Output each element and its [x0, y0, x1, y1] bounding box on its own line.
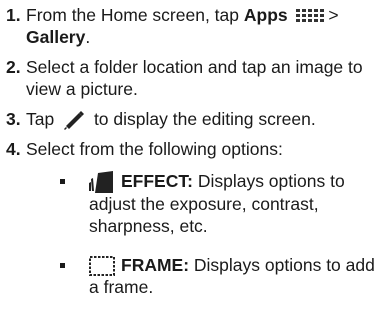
option-label: EFFECT:: [121, 171, 193, 191]
gallery-label: Gallery: [26, 27, 86, 47]
apps-grid-icon: [295, 9, 324, 23]
option-text: FRAME: Displays options to add a frame.: [89, 254, 383, 298]
option-text: EFFECT: Displays options to adjust the e…: [89, 170, 383, 237]
step-text: Tap to display the editing screen.: [26, 108, 383, 131]
apps-label: Apps: [243, 5, 288, 25]
step-text-part: Tap: [26, 109, 60, 129]
pencil-icon: [64, 111, 85, 131]
step-text: Select a folder location and tap an imag…: [26, 57, 363, 99]
bullet: [60, 179, 65, 184]
step-text-part: .: [85, 27, 91, 47]
step-text: From the Home screen, tap Apps > Gallery…: [26, 4, 383, 48]
step-number: 3.: [6, 109, 21, 129]
instructions-page: 1. From the Home screen, tap Apps > Gall…: [0, 0, 389, 319]
step-text-part: >: [323, 5, 339, 25]
bullet: [60, 263, 65, 268]
option-label: FRAME:: [121, 255, 190, 275]
step-text: Select from the following options:: [26, 139, 283, 159]
step-number: 1.: [6, 5, 21, 25]
step-text-part: to display the editing screen.: [89, 109, 316, 129]
frame-icon: [89, 256, 115, 277]
step-number: 2.: [6, 57, 21, 77]
step-number: 4.: [6, 139, 21, 159]
step-text-part: From the Home screen, tap: [26, 5, 244, 25]
effect-icon: [89, 171, 113, 194]
